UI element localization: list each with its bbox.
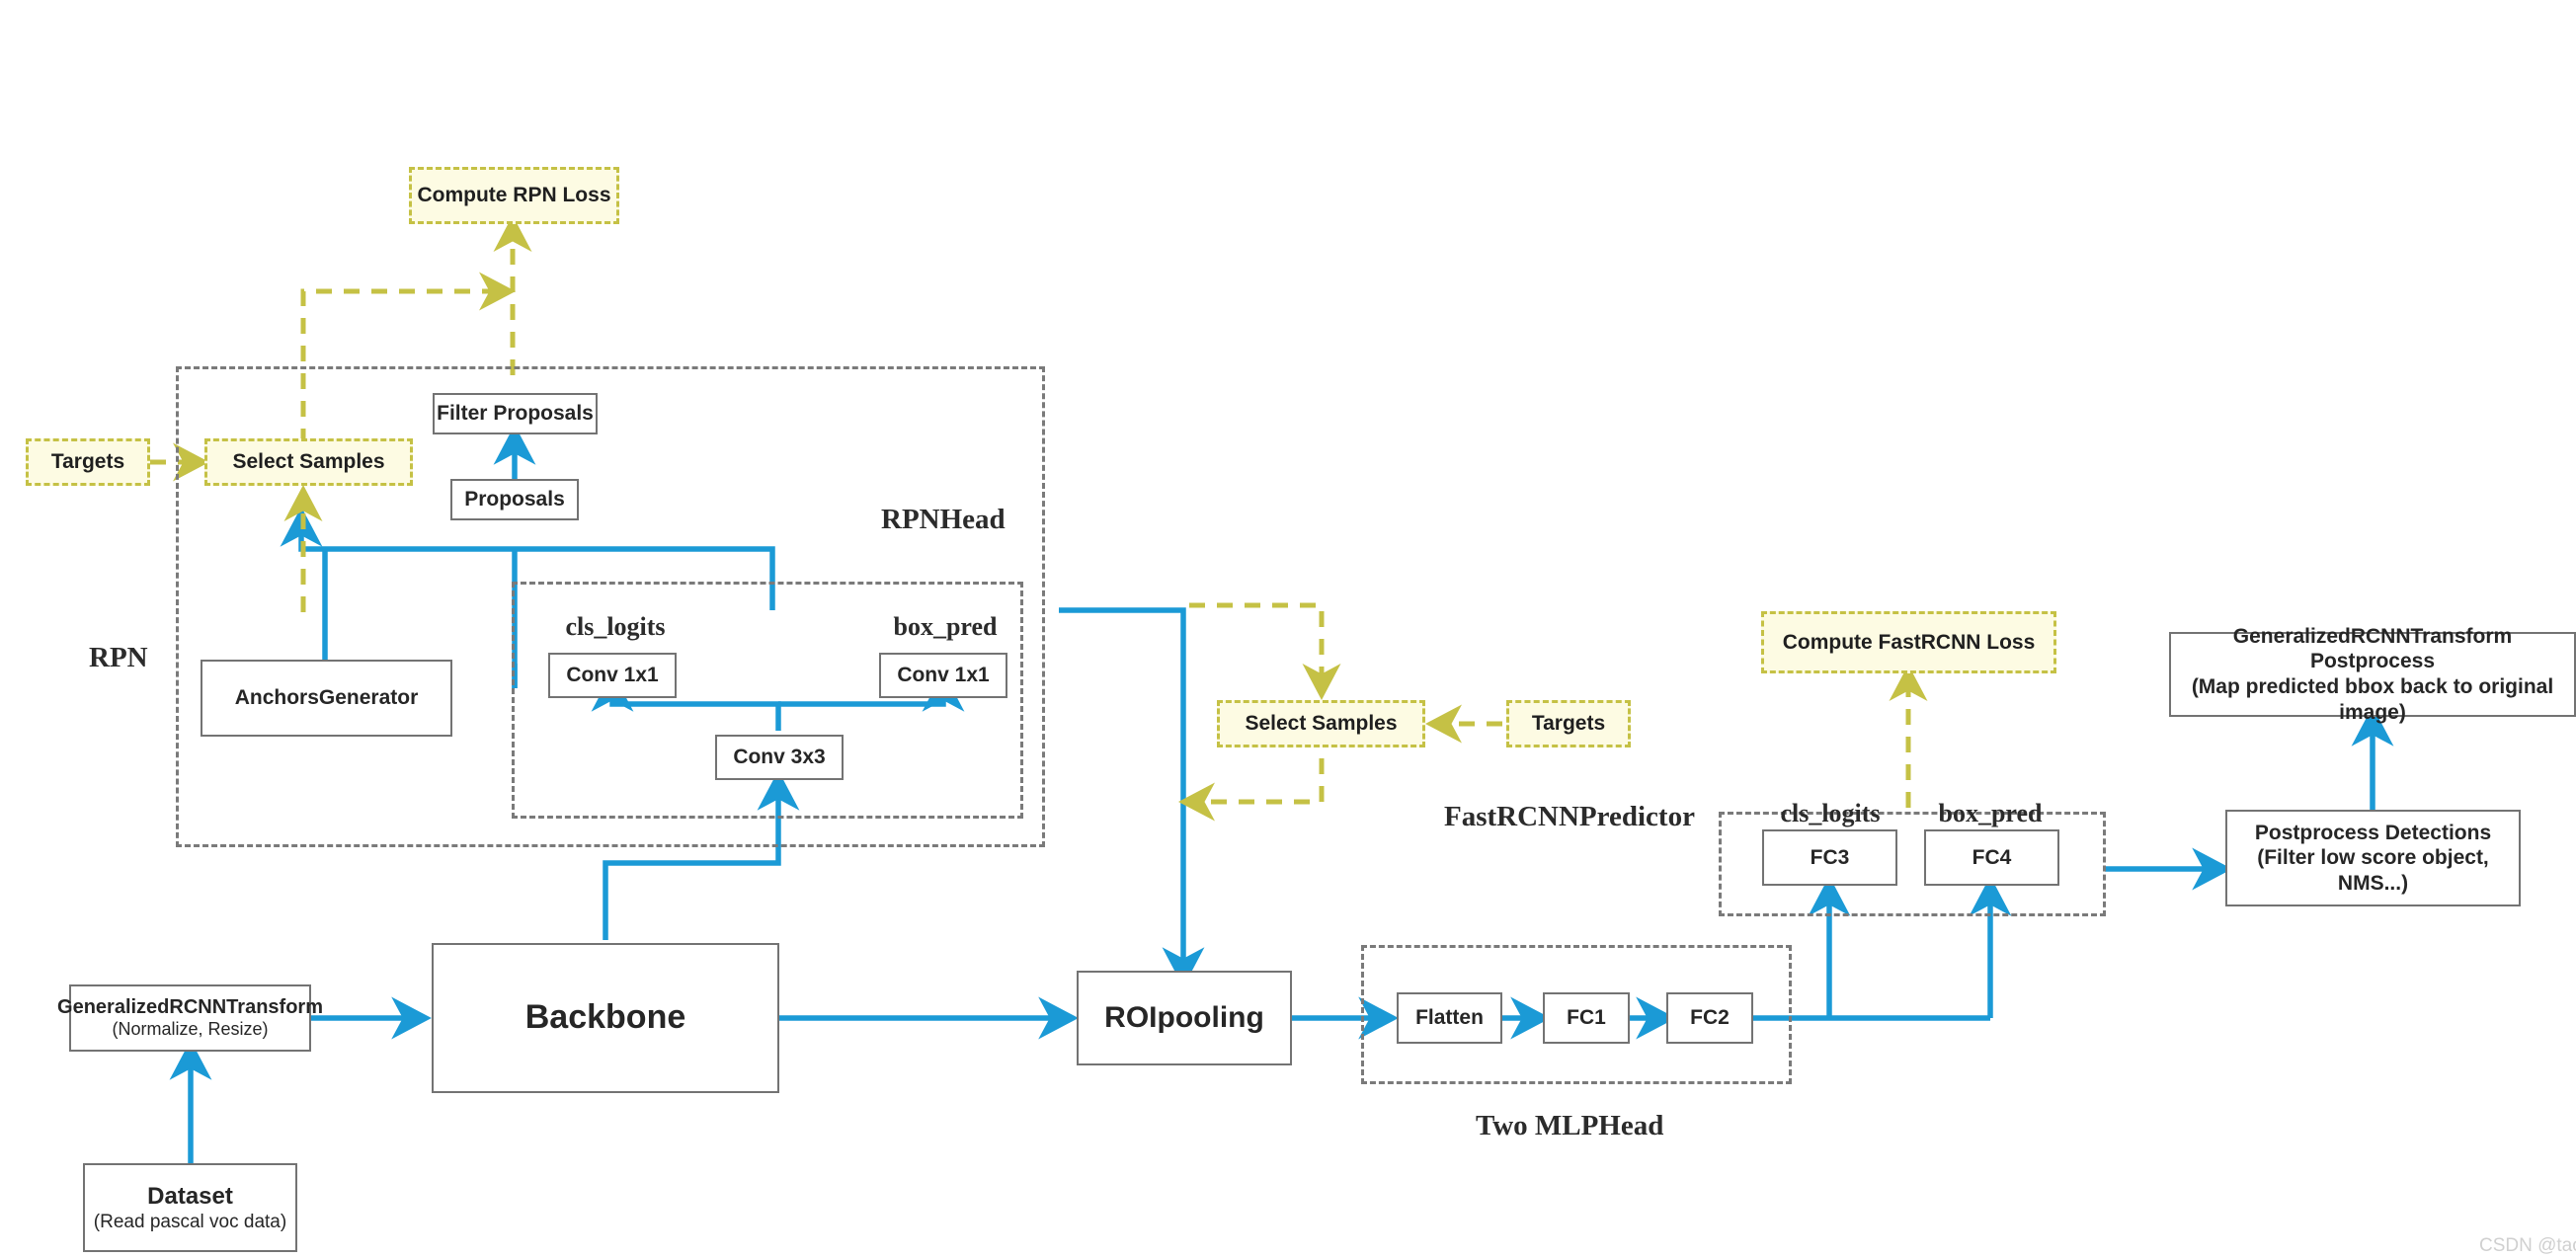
node-transform-title: GeneralizedRCNNTransform [57, 995, 323, 1018]
node-select-samples-frcnn[interactable]: Select Samples [1217, 700, 1425, 747]
node-dataset-title: Dataset [147, 1182, 233, 1210]
node-compute-rpn-loss-title: Compute RPN Loss [417, 184, 611, 207]
node-conv1x1-box-title: Conv 1x1 [897, 664, 990, 687]
wire-rpnhead-to-roipooling [1059, 607, 1205, 987]
node-transform-postprocess[interactable]: GeneralizedRCNNTransform Postprocess (Ma… [2169, 625, 2576, 724]
node-fc4[interactable]: FC4 [1924, 829, 2059, 886]
node-fc1[interactable]: FC1 [1543, 992, 1630, 1044]
sublabel-rpn-cls-logits: cls_logits [565, 612, 666, 641]
node-fc4-title: FC4 [1972, 845, 2012, 869]
node-transform-postprocess-subtitle: (Map predicted bbox back to original ima… [2191, 675, 2554, 724]
node-conv1x1-box[interactable]: Conv 1x1 [879, 653, 1007, 698]
node-transform-subtitle: (Normalize, Resize) [112, 1019, 269, 1040]
sublabel-rpn-box-pred: box_pred [893, 612, 998, 641]
node-roipooling-title: ROIpooling [1104, 1000, 1264, 1034]
node-select-samples-rpn[interactable]: Select Samples [204, 438, 413, 486]
node-postprocess-detections-title: Postprocess Detections [2254, 821, 2492, 844]
node-fc2[interactable]: FC2 [1666, 992, 1753, 1044]
node-flatten-title: Flatten [1415, 1006, 1484, 1030]
node-fc3-title: FC3 [1810, 845, 1850, 869]
node-flatten[interactable]: Flatten [1397, 992, 1502, 1044]
node-generalized-rcnn-transform[interactable]: GeneralizedRCNNTransform (Normalize, Res… [57, 984, 323, 1052]
wire-into-selectsamples-frcnn [1189, 602, 1341, 701]
node-targets-rpn-title: Targets [50, 450, 125, 474]
group-fastrcnn-predictor-label: FastRCNNPredictor [1444, 801, 1695, 832]
node-transform-postprocess-title: GeneralizedRCNNTransform Postprocess [2232, 624, 2513, 673]
node-compute-fastrcnn-loss-title: Compute FastRCNN Loss [1782, 630, 2036, 654]
node-targets-frcnn-title: Targets [1531, 712, 1606, 736]
watermark: CSDN @tao_sc [2479, 1235, 2576, 1256]
node-proposals-title: Proposals [464, 488, 565, 511]
node-dataset[interactable]: Dataset (Read pascal voc data) [83, 1163, 297, 1252]
node-conv1x1-cls-title: Conv 1x1 [566, 664, 659, 687]
node-proposals[interactable]: Proposals [450, 479, 579, 520]
node-anchors-generator-title: AnchorsGenerator [234, 686, 419, 710]
node-filter-proposals-title: Filter Proposals [437, 402, 594, 426]
node-postprocess-detections[interactable]: Postprocess Detections (Filter low score… [2225, 810, 2521, 906]
group-two-mlp-head-label: Two MLPHead [1476, 1110, 1664, 1141]
node-conv1x1-cls[interactable]: Conv 1x1 [548, 653, 677, 698]
sublabel-frcnn-box-pred: box_pred [1938, 799, 2043, 827]
node-fc2-title: FC2 [1690, 1006, 1730, 1030]
sublabel-frcnn-cls-logits: cls_logits [1780, 799, 1881, 827]
node-backbone[interactable]: Backbone [432, 943, 779, 1093]
node-fc1-title: FC1 [1567, 1006, 1606, 1030]
node-targets-frcnn[interactable]: Targets [1506, 700, 1631, 747]
node-compute-rpn-loss[interactable]: Compute RPN Loss [409, 167, 619, 224]
node-postprocess-detections-subtitle: (Filter low score object, NMS...) [2257, 846, 2489, 895]
node-filter-proposals[interactable]: Filter Proposals [433, 393, 598, 434]
node-roipooling[interactable]: ROIpooling [1077, 971, 1292, 1065]
wire-selectsamples-frcnn-out [1177, 758, 1325, 822]
node-anchors-generator[interactable]: AnchorsGenerator [201, 660, 452, 737]
node-compute-fastrcnn-loss[interactable]: Compute FastRCNN Loss [1761, 611, 2056, 673]
diagram-canvas: RPN RPNHead FastRCNNPredictor Two MLPHea… [0, 0, 2576, 1258]
node-conv3x3-title: Conv 3x3 [733, 746, 826, 769]
group-rpn-label: RPN [89, 642, 148, 673]
node-select-samples-rpn-title: Select Samples [232, 450, 385, 474]
node-targets-rpn[interactable]: Targets [26, 438, 150, 486]
node-conv3x3[interactable]: Conv 3x3 [715, 735, 844, 780]
node-fc3[interactable]: FC3 [1762, 829, 1897, 886]
group-rpn-head-label: RPNHead [881, 504, 1006, 535]
node-backbone-title: Backbone [524, 998, 686, 1037]
node-select-samples-frcnn-title: Select Samples [1245, 712, 1398, 736]
node-dataset-subtitle: (Read pascal voc data) [93, 1212, 287, 1233]
